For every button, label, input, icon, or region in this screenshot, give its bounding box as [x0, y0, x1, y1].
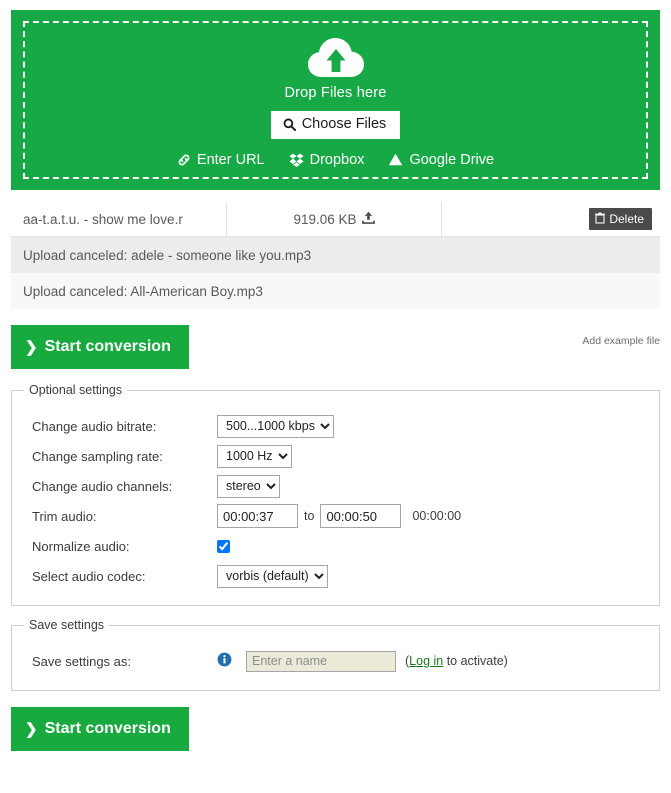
add-example-file-link[interactable]: Add example file [582, 335, 660, 347]
file-name: aa-t.a.t.u. - show me love.r [11, 202, 227, 236]
cloud-upload-icon [307, 37, 365, 79]
info-icon[interactable] [217, 652, 232, 670]
convert-bar-top: ❯ Start conversion Add example file [11, 325, 660, 371]
setting-row-channels: Change audio channels: stereo [12, 471, 659, 501]
upload-dropzone[interactable]: Drop Files here Choose Files Enter URL D… [11, 10, 660, 190]
sampling-rate-select[interactable]: 1000 Hz [217, 444, 292, 468]
audio-channels-select[interactable]: stereo [217, 474, 280, 498]
save-settings-label: Save settings as: [32, 653, 131, 669]
start-conversion-button-top[interactable]: ❯ Start conversion [11, 325, 189, 369]
enter-url-link[interactable]: Enter URL [177, 152, 265, 168]
list-item: Upload canceled: All-American Boy.mp3 [11, 273, 660, 309]
setting-row-bitrate: Change audio bitrate: 500...1000 kbps [12, 411, 659, 441]
start-conversion-label: Start conversion [44, 720, 171, 737]
dropbox-label: Dropbox [309, 151, 365, 168]
choose-files-label: Choose Files [301, 116, 387, 132]
chevron-right-icon: ❯ [25, 721, 38, 738]
delete-label: Delete [609, 212, 644, 226]
chevron-right-icon: ❯ [25, 339, 38, 356]
login-note-close: to activate) [443, 654, 508, 668]
drop-files-label: Drop Files here [284, 85, 387, 101]
google-drive-link[interactable]: Google Drive [388, 152, 494, 168]
login-note: (Log in to activate) [405, 654, 508, 668]
audio-bitrate-select[interactable]: 500...1000 kbps [217, 414, 334, 438]
file-actions: Delete [442, 202, 660, 236]
trim-label: Trim audio: [32, 508, 97, 524]
start-conversion-button-bottom[interactable]: ❯ Start conversion [11, 707, 189, 751]
choose-files-button[interactable]: Choose Files [270, 111, 401, 139]
setting-row-normalize: Normalize audio: [12, 531, 659, 561]
channels-label: Change audio channels: [32, 478, 173, 494]
trim-duration-label: 00:00:00 [412, 509, 462, 523]
dropbox-link[interactable]: Dropbox [289, 151, 365, 168]
trash-icon [595, 212, 606, 226]
table-row: aa-t.a.t.u. - show me love.r 919.06 KB D… [11, 202, 660, 237]
delete-button[interactable]: Delete [589, 208, 652, 230]
setting-row-codec: Select audio codec: vorbis (default) [12, 561, 659, 591]
optional-settings-panel: Optional settings Change audio bitrate: … [11, 383, 660, 606]
login-link[interactable]: Log in [409, 654, 443, 668]
google-drive-icon [388, 153, 403, 166]
file-list: aa-t.a.t.u. - show me love.r 919.06 KB D… [11, 202, 660, 309]
trim-to-label: to [304, 509, 315, 523]
setting-row-sampling-rate: Change sampling rate: 1000 Hz [12, 441, 659, 471]
convert-bar-bottom: ❯ Start conversion [11, 707, 660, 751]
enter-url-label: Enter URL [196, 151, 265, 168]
normalize-label: Normalize audio: [32, 538, 130, 554]
sampling-rate-label: Change sampling rate: [32, 448, 163, 464]
dropbox-icon [289, 153, 304, 167]
link-icon [177, 153, 191, 167]
google-drive-label: Google Drive [409, 151, 495, 168]
codec-label: Select audio codec: [32, 568, 146, 584]
upload-icon [361, 211, 375, 227]
normalize-audio-checkbox[interactable] [217, 539, 230, 553]
trim-end-input[interactable] [320, 504, 402, 528]
bitrate-label: Change audio bitrate: [32, 418, 157, 434]
audio-codec-select[interactable]: vorbis (default) [217, 564, 328, 588]
save-settings-name-input[interactable] [246, 650, 396, 672]
setting-row-save-settings: Save settings as: (Log in to activate) [12, 646, 659, 676]
save-settings-legend: Save settings [29, 618, 105, 632]
trim-start-input[interactable] [217, 504, 298, 528]
file-size-cell: 919.06 KB [227, 202, 442, 236]
list-item: Upload canceled: adele - someone like yo… [11, 237, 660, 273]
search-icon [283, 118, 296, 131]
start-conversion-label: Start conversion [44, 338, 171, 355]
upload-source-links: Enter URL Dropbox Google Drive [177, 152, 494, 168]
optional-settings-legend: Optional settings [29, 383, 123, 397]
setting-row-trim: Trim audio: to 00:00:00 [12, 501, 659, 531]
dropzone-dashed-border: Drop Files here Choose Files Enter URL D… [23, 21, 648, 179]
file-size-label: 919.06 KB [293, 211, 357, 227]
save-settings-panel: Save settings Save settings as: (Log in … [11, 618, 660, 691]
